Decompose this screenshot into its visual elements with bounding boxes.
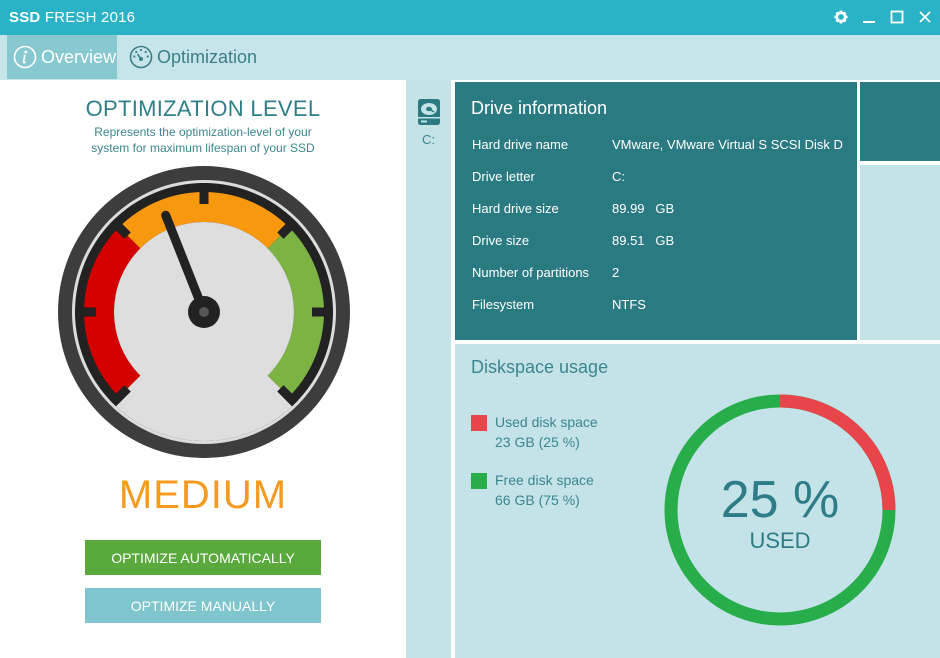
title-bar: SSD FRESH 2016 xyxy=(0,0,940,35)
legend-used: Used disk space 23 GB (25 %) xyxy=(471,412,598,452)
minimize-button[interactable] xyxy=(858,6,880,28)
tab-optimization-label: Optimization xyxy=(157,46,258,67)
optimize-automatically-button[interactable]: OPTIMIZE AUTOMATICALLY xyxy=(85,540,321,575)
optimization-subtitle: Represents the optimization-level of you… xyxy=(0,124,406,156)
close-icon xyxy=(919,11,931,23)
app-title: SSD FRESH 2016 xyxy=(9,9,135,26)
tile-light xyxy=(860,165,940,340)
drive-item-c[interactable]: C: xyxy=(406,80,451,658)
tab-bar: Overview Optimization xyxy=(0,35,940,80)
optimization-title: OPTIMIZATION LEVEL xyxy=(85,96,321,121)
maximize-icon xyxy=(890,10,904,24)
maximize-button[interactable] xyxy=(886,6,908,28)
drive-information-title: Drive information xyxy=(471,98,608,118)
info-value: 89.99 GB xyxy=(612,201,675,216)
subtitle-line-1: Represents the optimization-level of you… xyxy=(94,125,312,139)
drive-information-panel: Drive information Hard drive name VMware,… xyxy=(455,82,857,340)
tile-dark xyxy=(860,82,940,161)
gauge-hub-center xyxy=(199,307,209,317)
info-key: Drive size xyxy=(472,233,530,248)
info-icon xyxy=(13,45,37,69)
diskspace-title: Diskspace usage xyxy=(471,357,609,377)
legend-free: Free disk space 66 GB (75 %) xyxy=(471,470,594,510)
divider xyxy=(451,80,454,658)
hard-drive-icon xyxy=(418,99,440,125)
diskspace-usage-panel: Diskspace usage Used disk space 23 GB (2… xyxy=(455,344,940,658)
tab-overview-label: Overview xyxy=(41,46,117,67)
used-color-swatch xyxy=(471,415,487,431)
info-key: Drive letter xyxy=(472,169,535,184)
tab-overview[interactable]: Overview xyxy=(7,35,117,79)
optimize-manually-button[interactable]: OPTIMIZE MANUALLY xyxy=(85,588,321,623)
gear-icon xyxy=(834,10,848,24)
app-title-bold: SSD xyxy=(9,9,41,26)
free-color-swatch xyxy=(471,473,487,489)
info-row: Drive letter C: xyxy=(472,169,625,184)
app-title-rest: FRESH 2016 xyxy=(44,9,136,26)
optimization-gauge xyxy=(58,166,350,458)
info-key: Number of partitions xyxy=(472,265,590,280)
settings-button[interactable] xyxy=(830,6,852,28)
used-caption: USED xyxy=(749,528,811,553)
info-row: Drive size 89.51 GB xyxy=(472,233,674,248)
info-value: 89.51 GB xyxy=(612,233,675,248)
info-key: Filesystem xyxy=(472,297,535,312)
free-detail: 66 GB (75 %) xyxy=(495,492,580,508)
info-value: NTFS xyxy=(612,297,646,312)
info-row: Hard drive name VMware, VMware Virtual S … xyxy=(472,137,843,152)
subtitle-line-2: system for maximum lifespan of your SSD xyxy=(91,141,315,155)
optimization-panel: OPTIMIZATION LEVEL Represents the optimi… xyxy=(0,80,406,658)
drive-letter-label: C: xyxy=(422,132,435,147)
info-row: Hard drive size 89.99 GB xyxy=(472,201,674,216)
used-detail: 23 GB (25 %) xyxy=(495,434,580,450)
used-percent: 25 % xyxy=(720,471,840,529)
info-row: Number of partitions 2 xyxy=(472,265,619,280)
minimize-icon xyxy=(863,21,875,23)
optimization-level-value: MEDIUM xyxy=(118,473,288,517)
info-key: Hard drive size xyxy=(472,201,559,216)
speedometer-icon xyxy=(129,45,153,69)
used-label: Used disk space xyxy=(495,414,598,430)
close-button[interactable] xyxy=(914,6,936,28)
info-value: 2 xyxy=(612,265,620,280)
tab-optimization[interactable]: Optimization xyxy=(129,35,269,79)
free-label: Free disk space xyxy=(495,472,594,488)
info-value: VMware, VMware Virtual S SCSI Disk D xyxy=(612,137,843,152)
info-row: Filesystem NTFS xyxy=(472,297,646,312)
info-value: C: xyxy=(612,169,625,184)
info-key: Hard drive name xyxy=(472,137,569,152)
